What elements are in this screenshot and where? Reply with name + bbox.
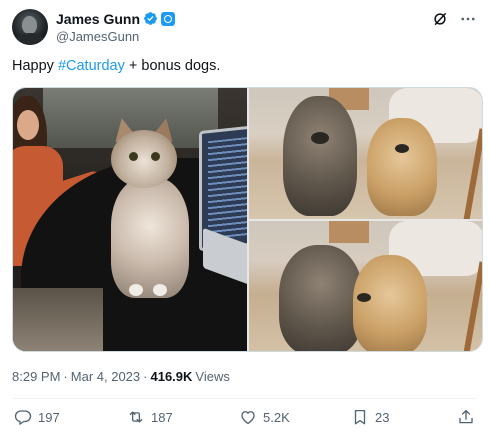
share-button[interactable] <box>457 408 475 426</box>
views-label: Views <box>195 369 230 384</box>
divider <box>12 398 477 399</box>
hashtag-link[interactable]: #Caturday <box>58 58 125 74</box>
two-dogs-photo[interactable] <box>249 88 482 219</box>
bookmark-button[interactable]: 23 <box>351 408 389 426</box>
grok-icon[interactable] <box>431 10 449 28</box>
avatar-shoulders <box>15 33 45 45</box>
bookmark-icon <box>354 409 366 425</box>
tan-dog-2 <box>353 255 427 351</box>
tweet-card: James Gunn @JamesGunn Happy #Caturday + … <box>0 0 489 434</box>
cat-eye-left <box>129 152 138 161</box>
avatar-face <box>22 16 37 34</box>
author-handle[interactable]: @JamesGunn <box>56 29 175 44</box>
grey-dog-2 <box>279 245 363 351</box>
tweet-meta: 8:29 PM · Mar 4, 2023 · 416.9K Views <box>12 369 230 384</box>
grey-dog-nose <box>311 132 329 144</box>
avatar[interactable] <box>12 9 48 45</box>
more-options-icon[interactable] <box>459 10 477 28</box>
reply-icon <box>14 410 32 425</box>
meta-separator-2: · <box>143 369 148 384</box>
views-count[interactable]: 416.9K <box>150 369 192 384</box>
tweet-text-before: Happy <box>12 58 58 74</box>
author-names: James Gunn @JamesGunn <box>56 10 176 44</box>
tan-dog <box>367 118 437 216</box>
floor <box>13 288 103 351</box>
retweet-icon <box>129 411 143 423</box>
tan-dog-nose <box>395 144 409 153</box>
tweet-text: Happy #Caturday + bonus dogs. <box>12 58 220 74</box>
reply-count: 197 <box>38 409 60 425</box>
reply-button[interactable]: 197 <box>14 408 60 426</box>
cat-body <box>111 178 189 298</box>
tweet-date[interactable]: Mar 4, 2023 <box>71 369 140 384</box>
verified-badge-icon <box>144 12 157 25</box>
cat-paw-left <box>129 284 143 296</box>
share-icon <box>459 409 473 424</box>
affiliation-badge-icon[interactable] <box>161 11 176 26</box>
tweet-text-after: + bonus dogs. <box>124 58 221 74</box>
laptop-screen <box>208 136 247 240</box>
header-actions <box>431 10 477 28</box>
tweet-time[interactable]: 8:29 PM <box>12 369 60 384</box>
cat-head <box>111 130 177 188</box>
grey-dog <box>283 96 357 216</box>
two-dogs-cuddling-photo[interactable] <box>249 221 482 351</box>
like-count: 5.2K <box>263 409 290 425</box>
retweet-count: 187 <box>151 409 173 425</box>
meta-separator: · <box>63 369 68 384</box>
dogs-noses <box>357 293 371 302</box>
cat-on-table-photo[interactable] <box>13 88 247 351</box>
display-name-row: James Gunn <box>56 10 176 27</box>
like-button[interactable]: 5.2K <box>239 408 290 426</box>
cat-paw-right <box>153 284 167 296</box>
retweet-button[interactable]: 187 <box>127 408 173 426</box>
action-bar: 197 187 5.2K 23 <box>14 408 477 428</box>
boxes-2 <box>329 221 369 243</box>
tweet-header: James Gunn @JamesGunn <box>12 9 477 47</box>
display-name[interactable]: James Gunn <box>56 11 140 27</box>
media-grid <box>12 87 483 352</box>
bookmark-count: 23 <box>375 409 390 425</box>
cat-eye-right <box>151 152 160 161</box>
heart-icon <box>241 411 255 425</box>
person-face <box>17 110 39 140</box>
